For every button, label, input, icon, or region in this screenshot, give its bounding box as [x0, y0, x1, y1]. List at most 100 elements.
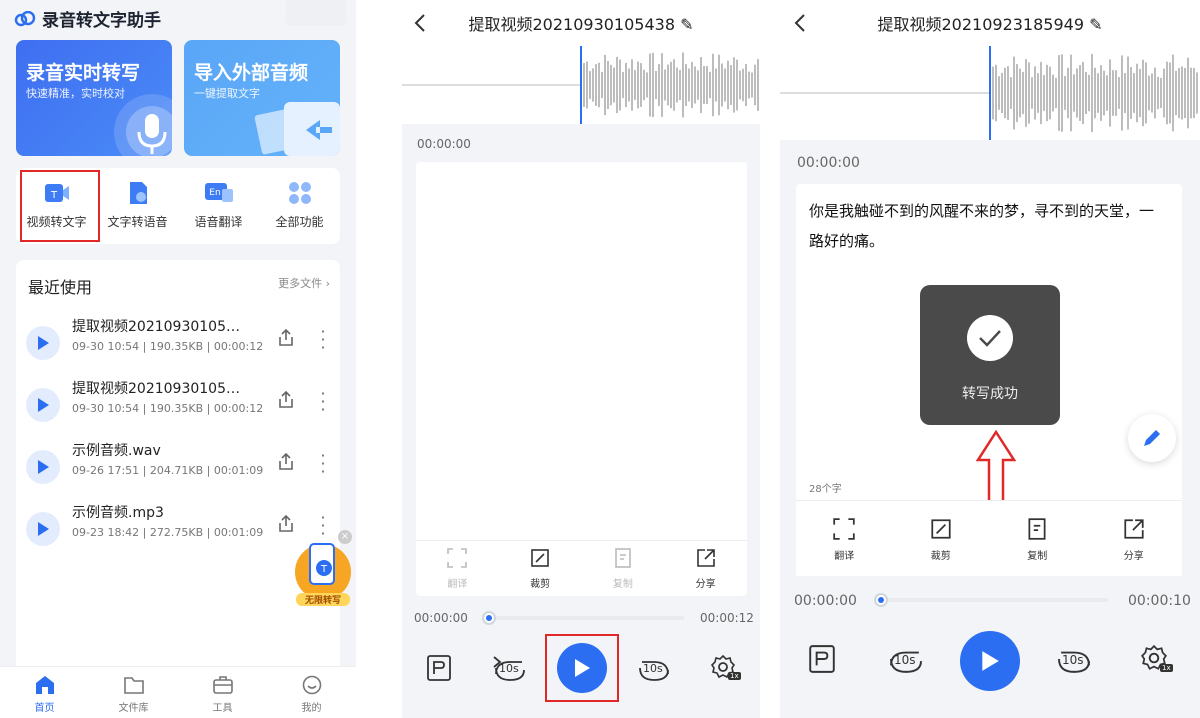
app-header: 录音转文字助手	[14, 6, 161, 31]
header-action-area[interactable]	[286, 0, 346, 26]
share-tool[interactable]: 分享	[664, 541, 747, 596]
transcript-text[interactable]: 你是我触碰不到的风醒不来的梦，寻不到的天堂，一路好的痛。	[809, 196, 1159, 256]
crop-icon	[531, 549, 549, 567]
progress-track[interactable]	[484, 616, 684, 620]
recording-title[interactable]: 提取视频20210923185949 ✎	[780, 11, 1200, 35]
promo-label: 无限转写	[296, 593, 350, 606]
quick-text-to-speech[interactable]: 文字转语音	[97, 168, 178, 244]
transcript-toggle-icon[interactable]	[808, 644, 836, 674]
smile-face-icon	[302, 675, 321, 695]
waveform[interactable]	[780, 46, 1200, 140]
skip-forward-button[interactable]: 10s	[1054, 644, 1094, 674]
file-row[interactable]: 提取视频20210930105… 09-30 10:54 | 190.35KB …	[26, 378, 332, 428]
recording-title[interactable]: 提取视频20210930105438 ✎	[402, 11, 760, 35]
share-icon[interactable]	[276, 452, 296, 472]
crop-tool[interactable]: 裁剪	[893, 501, 990, 576]
file-date: 09-26 17:51	[72, 464, 140, 477]
play-icon	[38, 336, 49, 350]
transcript-toggle-icon[interactable]	[426, 654, 452, 682]
promo-badge[interactable]: T 无限转写 ×	[292, 530, 356, 610]
skip-back-label: 10s	[894, 653, 916, 667]
share-out-icon	[1124, 519, 1144, 539]
transcript-toolbar: 翻译 裁剪 复制 分享	[796, 500, 1182, 576]
toolbox-icon	[212, 676, 233, 694]
record-transcribe-card[interactable]: 录音实时转写 快速精准，实时校对	[16, 40, 172, 156]
speed-settings-button[interactable]: 1x	[710, 654, 744, 684]
play-pause-button[interactable]	[960, 631, 1020, 691]
tab-file-library[interactable]: 文件库	[89, 667, 178, 718]
total-time: 00:00:12	[700, 611, 754, 625]
tool-label: 复制	[1027, 551, 1048, 562]
share-icon[interactable]	[276, 390, 296, 410]
skip-back-button[interactable]: 10s	[886, 644, 926, 674]
file-duration: 00:00:12	[213, 402, 264, 415]
quick-all-features[interactable]: 全部功能	[259, 168, 340, 244]
share-out-icon	[696, 549, 715, 567]
transcript-toolbar: 翻译 裁剪 复制 分享	[416, 540, 747, 596]
more-files-label: 更多文件	[278, 277, 323, 290]
play-button[interactable]	[26, 388, 60, 422]
transcript-area[interactable]	[416, 162, 747, 596]
skip-forward-button[interactable]: 10s	[636, 654, 672, 682]
edit-fab-button[interactable]	[1128, 414, 1176, 462]
copy-tool[interactable]: 复制	[989, 501, 1086, 576]
player-screen-2: 提取视频20210923185949 ✎ 00:00:00 你是我触碰不到的风醒…	[780, 0, 1200, 718]
file-size: 204.71KB	[149, 464, 204, 477]
close-icon[interactable]: ×	[338, 530, 352, 544]
file-meta: 09-26 17:51 | 204.71KB | 00:01:09	[72, 464, 264, 477]
char-count: 28个字	[809, 484, 842, 495]
current-time: 00:00:00	[794, 593, 857, 609]
share-icon[interactable]	[276, 328, 296, 348]
arrow-up-annotation-icon	[976, 430, 1016, 504]
skip-forward-label: 10s	[643, 662, 663, 675]
tab-me[interactable]: 我的	[267, 667, 356, 718]
more-options-icon[interactable]: · · ·	[320, 324, 326, 356]
tab-label: 文件库	[118, 703, 149, 714]
tab-home[interactable]: 首页	[0, 667, 89, 718]
import-audio-card[interactable]: 导入外部音频 一键提取文字	[184, 40, 340, 156]
more-options-icon[interactable]: · · ·	[320, 386, 326, 418]
play-button[interactable]	[26, 512, 60, 546]
scan-translate-icon	[447, 548, 468, 568]
file-size: 190.35KB	[149, 402, 204, 415]
quick-voice-translate[interactable]: En 语音翻译	[178, 168, 259, 244]
svg-text:En: En	[209, 188, 220, 198]
progress-thumb[interactable]	[874, 593, 888, 607]
crop-icon	[931, 519, 951, 539]
import-card-subtitle: 一键提取文字	[194, 87, 260, 100]
progress-track[interactable]	[876, 598, 1108, 602]
import-card-title: 导入外部音频	[194, 62, 309, 84]
file-name: 提取视频20210930105…	[72, 381, 240, 397]
tool-label: 翻译	[447, 579, 468, 590]
file-row[interactable]: 示例音频.wav 09-26 17:51 | 204.71KB | 00:01:…	[26, 440, 332, 490]
more-options-icon[interactable]: · · ·	[320, 448, 326, 480]
crop-tool[interactable]: 裁剪	[499, 541, 582, 596]
file-row[interactable]: 提取视频20210930105… 09-30 10:54 | 190.35KB …	[26, 316, 332, 366]
play-button[interactable]	[26, 326, 60, 360]
folder-import-icon	[254, 102, 340, 156]
file-row[interactable]: 示例音频.mp3 09-23 18:42 | 272.75KB | 00:01:…	[26, 502, 332, 552]
edit-pencil-icon[interactable]: ✎	[1089, 15, 1102, 34]
tool-label: 裁剪	[930, 551, 951, 562]
translate-tool[interactable]: 翻译	[796, 501, 893, 576]
speed-settings-button[interactable]: 1x	[1140, 644, 1176, 676]
waveform-graphic	[780, 46, 1198, 140]
share-tool[interactable]: 分享	[1086, 501, 1183, 576]
waveform[interactable]	[402, 46, 760, 124]
speed-badge: 1x	[1160, 664, 1173, 672]
file-meta: 09-23 18:42 | 272.75KB | 00:01:09	[72, 526, 264, 539]
translate-tool[interactable]: 翻译	[416, 541, 499, 596]
success-toast: 转写成功	[920, 285, 1060, 425]
progress-thumb[interactable]	[482, 611, 496, 625]
more-files-link[interactable]: 更多文件 ›	[278, 275, 330, 291]
tab-tools[interactable]: 工具	[178, 667, 267, 718]
play-button[interactable]	[26, 450, 60, 484]
copy-tool[interactable]: 复制	[582, 541, 665, 596]
edit-pencil-icon[interactable]: ✎	[680, 15, 693, 34]
skip-back-button[interactable]: 10s	[492, 654, 528, 682]
tab-label: 我的	[301, 703, 322, 714]
pencil-icon	[1144, 430, 1160, 446]
tab-label: 首页	[34, 703, 55, 714]
skip-back-label: 10s	[499, 662, 519, 675]
folder-icon	[123, 677, 144, 694]
